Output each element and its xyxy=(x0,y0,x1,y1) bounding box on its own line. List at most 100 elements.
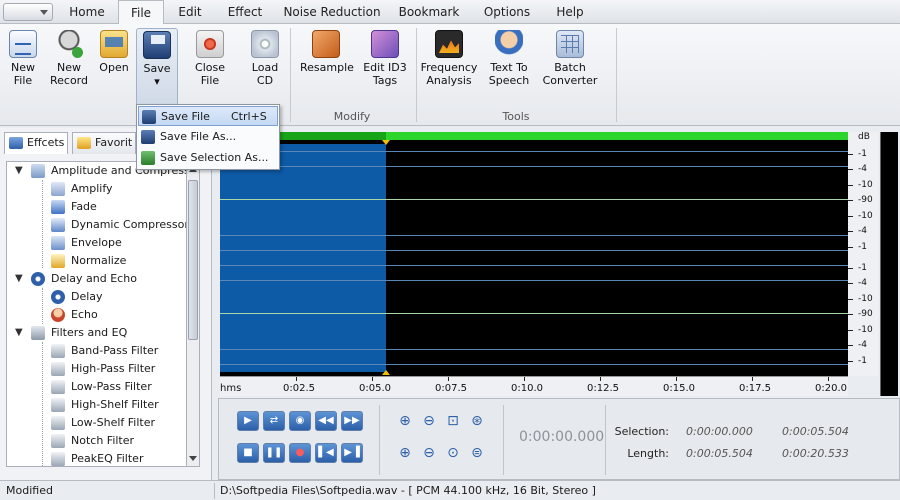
menu-item-save-file[interactable]: Save File Ctrl+S xyxy=(138,106,278,126)
favorites-tab-label: Favorit xyxy=(95,136,133,149)
frequency-analysis-button[interactable]: Frequency Analysis xyxy=(420,28,478,108)
new-record-icon xyxy=(55,30,83,58)
tab-favorites[interactable]: Favorit xyxy=(72,132,136,154)
zoom-full-icon[interactable]: ⊛ xyxy=(467,411,487,431)
zoom-fit-vertical-icon[interactable]: ⊙ xyxy=(443,443,463,463)
play-selection-button[interactable]: ◉ xyxy=(289,411,311,431)
new-record-button[interactable]: New Record xyxy=(48,28,90,108)
tree-scrollbar[interactable] xyxy=(186,161,200,467)
db-tick xyxy=(848,169,853,170)
status-divider xyxy=(214,483,215,499)
scroll-down-icon[interactable] xyxy=(189,456,197,461)
effects-tab-label: Effcets xyxy=(27,136,65,149)
menu-item-save-selection-as[interactable]: Save Selection As... xyxy=(138,148,278,168)
edit-id3-tags-button[interactable]: Edit ID3 Tags xyxy=(360,28,410,108)
tab-effect[interactable]: Effect xyxy=(220,0,270,24)
tab-file[interactable]: File xyxy=(118,0,164,25)
new-record-label-2: Record xyxy=(49,74,88,87)
envelope-icon xyxy=(51,236,65,250)
grid-line xyxy=(220,280,848,281)
loop-button[interactable]: ⇄ xyxy=(263,411,285,431)
save-disk-icon xyxy=(142,110,156,124)
tab-help[interactable]: Help xyxy=(550,0,590,24)
zoom-reset-icon[interactable]: ⊜ xyxy=(467,443,487,463)
batch-converter-button[interactable]: Batch Converter xyxy=(542,28,598,108)
new-record-label-1: New xyxy=(57,61,81,74)
menu-item-save-file-as[interactable]: Save File As... xyxy=(138,127,278,147)
db-label: dB xyxy=(858,132,870,142)
pause-button[interactable]: ❚❚ xyxy=(263,443,285,463)
tab-edit[interactable]: Edit xyxy=(168,0,212,24)
db-tick xyxy=(848,330,853,331)
transport-separator xyxy=(503,405,504,475)
tab-home[interactable]: Home xyxy=(60,0,114,24)
db-tick xyxy=(848,185,853,186)
tab-effects[interactable]: Effcets xyxy=(4,132,68,154)
playhead-marker-bottom[interactable] xyxy=(382,370,390,375)
db-label: -1 xyxy=(858,242,867,252)
tree-label: Filters and EQ xyxy=(51,326,128,339)
channel-left[interactable] xyxy=(220,144,848,258)
zoom-in-vertical-icon[interactable]: ⊕ xyxy=(395,443,415,463)
close-file-button[interactable]: Close File xyxy=(190,28,230,108)
application-menu-button[interactable] xyxy=(3,3,53,21)
db-label: -10 xyxy=(858,211,873,221)
level-meter xyxy=(880,132,898,396)
play-button[interactable]: ▶ xyxy=(237,411,259,431)
tab-options[interactable]: Options xyxy=(478,0,536,24)
channel-right[interactable] xyxy=(220,258,848,372)
notch-icon xyxy=(51,434,65,448)
length-label: Length: xyxy=(627,447,669,460)
timeline-label: 0:07.5 xyxy=(435,383,467,394)
go-to-start-button[interactable]: ▌◀ xyxy=(315,443,337,463)
waveform-view[interactable] xyxy=(220,132,848,376)
db-label: -90 xyxy=(858,309,873,319)
timeline-tick xyxy=(296,377,297,381)
save-button[interactable]: Save ▾ xyxy=(136,28,178,108)
zoom-selection-icon[interactable]: ⊡ xyxy=(443,411,463,431)
frequency-label-1: Frequency xyxy=(420,61,478,74)
go-to-end-icon: ▶▐ xyxy=(344,447,360,458)
load-cd-button[interactable]: Load CD xyxy=(246,28,284,108)
tree-label: Delay and Echo xyxy=(51,272,137,285)
ribbon-separator xyxy=(416,28,417,122)
text-to-speech-button[interactable]: Text To Speech xyxy=(486,28,532,108)
db-tick xyxy=(848,216,853,217)
fast-forward-button[interactable]: ▶▶ xyxy=(341,411,363,431)
scroll-thumb[interactable] xyxy=(188,180,198,340)
tab-noise-reduction[interactable]: Noise Reduction xyxy=(282,0,382,24)
rewind-button[interactable]: ◀◀ xyxy=(315,411,337,431)
db-tick xyxy=(848,231,853,232)
db-label: -1 xyxy=(858,263,867,273)
play-selection-icon: ◉ xyxy=(295,415,305,426)
db-tick xyxy=(848,154,853,155)
db-label: -1 xyxy=(858,149,867,159)
timeline-ruler[interactable]: hms 0:02.5 0:05.0 0:07.5 0:10.0 0:12.5 0… xyxy=(220,376,848,396)
playhead-marker-top[interactable] xyxy=(382,140,390,145)
zoom-out-vertical-icon[interactable]: ⊖ xyxy=(419,443,439,463)
timeline-tick xyxy=(600,377,601,381)
db-label: -10 xyxy=(858,325,873,335)
tree-label: Echo xyxy=(71,308,98,321)
timeline-label: 0:05.0 xyxy=(359,383,391,394)
db-label: -10 xyxy=(858,180,873,190)
effects-panel: Effcets Favorit ▼ Amplitude and Compress… xyxy=(0,128,212,480)
tree-label: Normalize xyxy=(71,254,127,267)
open-button[interactable]: Open xyxy=(96,28,132,108)
status-file-info: D:\Softpedia Files\Softpedia.wav - [ PCM… xyxy=(220,484,596,497)
resample-button[interactable]: Resample xyxy=(300,28,354,108)
low-pass-icon xyxy=(51,380,65,394)
stop-button[interactable]: ■ xyxy=(237,443,259,463)
record-button[interactable]: ● xyxy=(289,443,311,463)
effects-tab-icon xyxy=(9,137,23,149)
group-modify-label: Modify xyxy=(333,110,371,123)
timeline-label: 0:15.0 xyxy=(663,383,695,394)
save-disk-icon xyxy=(143,31,171,59)
new-file-button[interactable]: New File xyxy=(6,28,40,108)
overview-bar[interactable] xyxy=(220,132,848,140)
grid-line xyxy=(220,265,848,266)
tab-bookmark[interactable]: Bookmark xyxy=(396,0,462,24)
go-to-end-button[interactable]: ▶▐ xyxy=(341,443,363,463)
zoom-in-icon[interactable]: ⊕ xyxy=(395,411,415,431)
zoom-out-icon[interactable]: ⊖ xyxy=(419,411,439,431)
